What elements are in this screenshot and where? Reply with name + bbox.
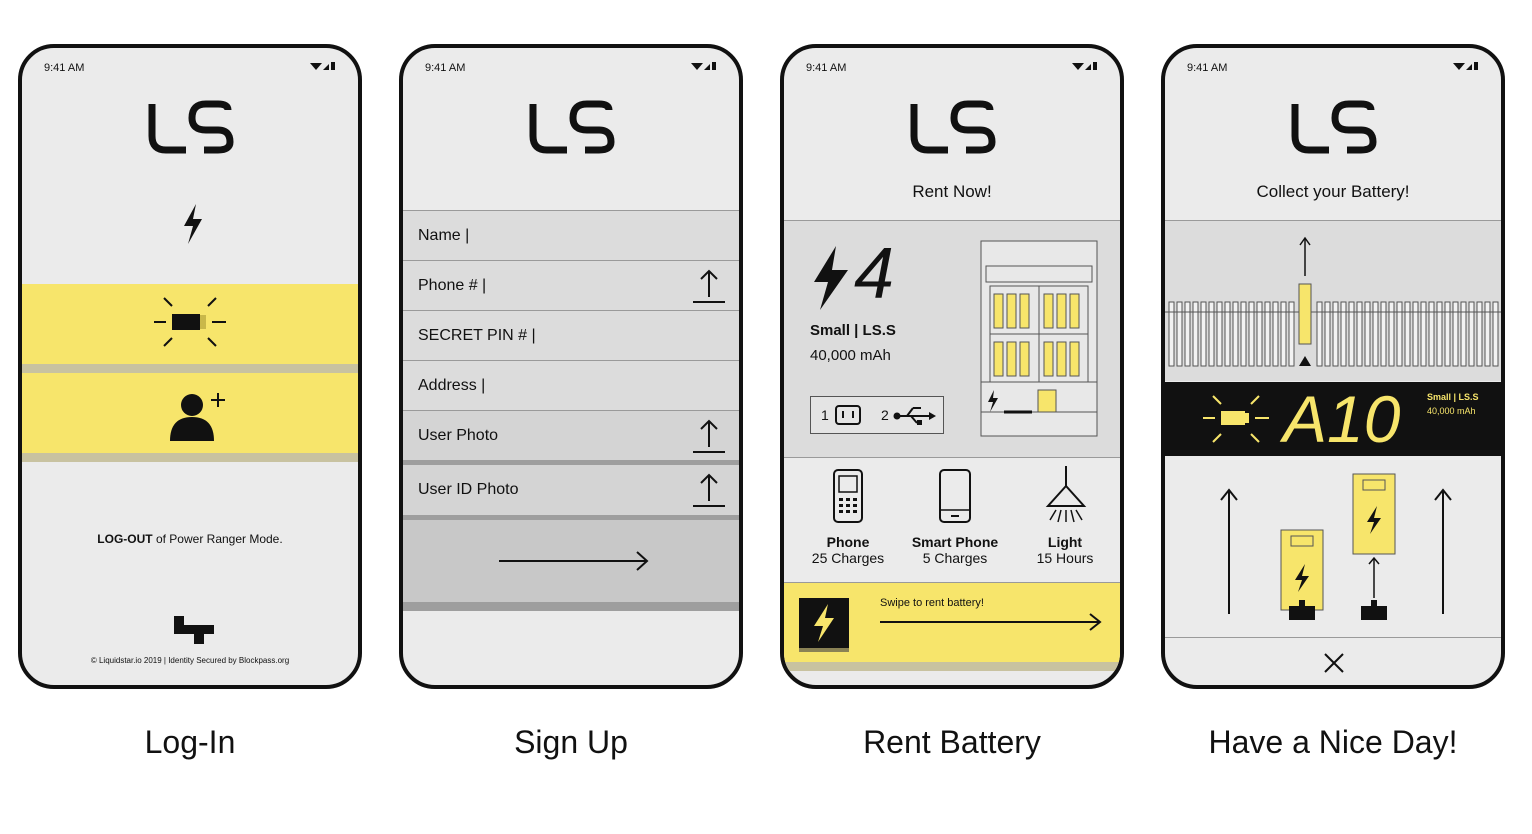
caption-signup: Sign Up [514,724,628,760]
lightning-icon [184,204,202,244]
logout-rest: of Power Ranger Mode. [152,532,283,546]
close-bar [1165,637,1501,685]
device-value: 5 Charges [922,550,988,566]
add-user-button[interactable] [22,373,358,453]
rent-title: Rent Now! [912,182,992,201]
light-icon [1045,466,1087,523]
signal-battery-icon [1072,62,1097,70]
device-name: Phone [826,534,870,550]
phone-signup: 9:41 AM Name | Phone # | SECRET PIN # | … [399,44,743,689]
battery-station-icon [980,240,1098,437]
status-time: 9:41 AM [806,62,847,74]
liquidstar-logo [1289,100,1377,156]
ports-box: 1 2 [810,396,944,434]
status-time: 9:41 AM [425,62,466,74]
divider-band [784,662,1120,671]
battery-capacity: 40,000 mAh [810,347,891,364]
copyright-footer: © Liquidstar.io 2019 | Identity Secured … [90,656,290,665]
battery-capacity: 40,000 mAh [1427,406,1476,416]
phone-field[interactable]: Phone # | [403,260,739,310]
user-id-photo-label: User ID Photo [418,481,519,498]
next-button[interactable] [403,520,739,602]
upload-icon[interactable] [693,269,725,303]
user-id-photo-field[interactable]: User ID Photo [403,465,739,515]
liquidstar-logo [527,100,615,156]
glowing-battery-icon [1203,395,1269,443]
available-count: 4 [854,234,895,314]
name-field-label: Name | [418,227,470,244]
battery-size: Small | LS.S [1427,392,1479,402]
outlet-icon [835,405,861,425]
status-time: 9:41 AM [44,62,85,74]
phone-login: 9:41 AM LOG-OUT of Power Ranger Mode. © … [18,44,362,689]
glowing-battery-icon [154,297,226,347]
divider-band [22,453,358,462]
phone-icon [833,469,863,523]
device-value: 15 Hours [1036,550,1094,566]
status-bar: 9:41 AM [1187,62,1479,78]
rent-battery-button[interactable] [22,284,358,372]
collect-battery-illustration [1220,473,1452,620]
slot-banner: A10 Small | LS.S 40,000 mAh [1165,382,1501,456]
swipe-label: Swipe to rent battery! [880,597,984,609]
address-field-label: Address | [418,377,486,394]
address-field[interactable]: Address | [403,360,739,410]
logout-bold: LOG-OUT [97,532,153,546]
smart-phone-icon [939,469,971,523]
swipe-handle[interactable] [799,598,849,648]
name-field[interactable]: Name | [403,210,739,260]
pin-field[interactable]: SECRET PIN # | [403,310,739,360]
signal-battery-icon [691,62,716,70]
device-name: Smart Phone [911,534,999,550]
status-bar: 9:41 AM [806,62,1098,78]
divider-band [403,602,739,611]
upload-icon[interactable] [693,419,725,453]
user-photo-field[interactable]: User Photo [403,410,739,460]
arrow-right-icon [499,551,649,571]
device-value: 25 Charges [811,550,885,566]
arrow-right-icon [880,613,1102,631]
status-time: 9:41 AM [1187,62,1228,74]
lightning-icon [814,246,848,310]
status-bar: 9:41 AM [44,62,336,78]
battery-size: Small | LS.S [810,322,896,339]
close-icon[interactable] [1323,652,1345,674]
lightning-icon [814,604,834,642]
phone-field-label: Phone # | [418,277,487,294]
collect-title: Collect your Battery! [1256,182,1410,201]
upload-icon[interactable] [693,473,725,507]
add-user-icon [170,393,225,441]
port-2-label: 2 [881,407,889,423]
phone-collect: 9:41 AM Collect your Battery! A10 Small … [1161,44,1505,689]
device-item-phone: Phone 25 Charges [798,534,898,566]
swipe-to-rent-slider[interactable]: Swipe to rent battery! [784,582,1120,663]
signal-battery-icon [310,62,335,70]
caption-login: Log-In [144,724,236,760]
caption-rent: Rent Battery [863,724,1041,760]
slot-number: A10 [1283,382,1401,456]
liquidstar-logo [146,100,234,156]
signal-battery-icon [1453,62,1478,70]
device-item-light: Light 15 Hours [1015,534,1115,566]
status-bar: 9:41 AM [425,62,717,78]
device-item-smart-phone: Smart Phone 5 Charges [905,534,1005,566]
divider-band [22,364,358,373]
liquidstar-logo [908,100,996,156]
port-1-label: 1 [821,407,829,423]
caption-collect: Have a Nice Day! [1208,724,1458,760]
user-photo-label: User Photo [418,427,499,444]
usb-icon [893,407,936,425]
battery-rack-icon [1165,236,1501,367]
phone-rent: 9:41 AM Rent Now! 4 Small | LS.S 40,000 … [780,44,1124,689]
logout-text[interactable]: LOG-OUT of Power Ranger Mode. [22,532,358,546]
blockpass-logo [174,616,214,644]
pin-field-label: SECRET PIN # | [418,327,536,344]
device-name: Light [1047,534,1083,550]
